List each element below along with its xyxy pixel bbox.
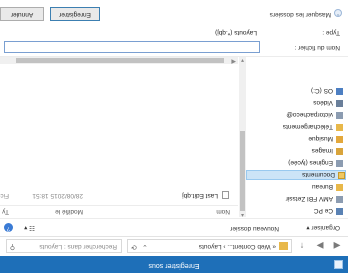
scrollbar-thumb[interactable] xyxy=(240,131,245,211)
tree-item-user[interactable]: victorpacheco@ xyxy=(286,109,343,119)
video-icon xyxy=(336,100,343,107)
tree-item-label: Ce PC xyxy=(313,207,333,214)
user-icon xyxy=(336,160,343,167)
tree-item-folder[interactable]: AMV FBI Zetssir xyxy=(286,193,343,203)
list-item[interactable]: Last Edit.qbj 28/08/2015 18:51 Fic xyxy=(0,189,238,200)
chevron-up-icon: ⌃ xyxy=(334,9,342,17)
tree-item-label: AMV FBI Zetssir xyxy=(285,195,333,202)
column-type[interactable]: Ty xyxy=(2,208,9,215)
refresh-icon[interactable]: ⟳ xyxy=(131,243,137,251)
organize-button[interactable]: Organiser ▾ xyxy=(306,224,340,232)
search-placeholder[interactable]: Rechercher dans : Layouts xyxy=(39,243,117,250)
save-button[interactable]: Enregistrer xyxy=(50,7,100,21)
pc-icon xyxy=(336,208,343,215)
save-dialog: Enregistrer sous ◀ ▶ ↑ « Web Content... … xyxy=(0,0,348,273)
tree-item-label: Engines (lycée) xyxy=(288,159,333,166)
address-bar[interactable]: « Web Content... › Layouts ⌄ ⟳ xyxy=(127,239,292,253)
cancel-button[interactable]: Annuler xyxy=(0,7,44,21)
navigation-pane: Ce PC AMV FBI Zetssir Bureau Documents E… xyxy=(239,67,348,217)
folder-icon xyxy=(336,184,343,191)
tree-item-desktop[interactable]: Bureau xyxy=(312,181,343,191)
list-scrollbar[interactable]: ◀ xyxy=(0,57,238,64)
file-list: Nom Modifié le Ty Last Edit.qbj 28/08/20… xyxy=(0,57,238,217)
tree-item-label: Téléchargements xyxy=(282,123,333,130)
tree-scrollbar[interactable]: ▲ ▼ xyxy=(239,57,246,218)
tree-item-label: Images xyxy=(311,147,333,154)
user-icon xyxy=(336,112,343,119)
tree-item-label: Documents xyxy=(302,171,335,178)
tree-item-label: Musique xyxy=(308,135,333,142)
tree-item-user-folder[interactable]: Engines (lycée) xyxy=(288,157,343,167)
tree-item-label: Vidéos xyxy=(313,99,333,106)
file-type: Fic xyxy=(0,192,9,199)
column-date[interactable]: Modifié le xyxy=(55,208,83,215)
scroll-down-icon[interactable]: ▼ xyxy=(239,57,246,63)
tree-item-images[interactable]: Images xyxy=(312,145,343,155)
view-options-button[interactable]: ☷ ▾ xyxy=(24,224,35,232)
scroll-left-icon[interactable]: ◀ xyxy=(231,58,236,65)
search-icon[interactable]: ⚲ xyxy=(10,243,15,251)
file-type-select[interactable]: Layouts (*.qbj) xyxy=(4,26,260,38)
scrollbar-thumb[interactable] xyxy=(16,58,224,63)
folder-icon xyxy=(279,242,288,250)
folder-icon xyxy=(336,196,343,203)
hide-folders-label: Masquer les dossiers xyxy=(269,11,331,18)
tree-item-downloads[interactable]: Téléchargements xyxy=(283,121,343,131)
navigation-bar: ◀ ▶ ↑ « Web Content... › Layouts ⌄ ⟳ Rec… xyxy=(0,236,348,256)
tree-item-videos[interactable]: Vidéos xyxy=(313,97,343,107)
list-header: Nom Modifié le Ty xyxy=(0,205,238,217)
tree-item-label: OS (C:) xyxy=(310,87,333,94)
tree-item-documents[interactable]: Documents xyxy=(246,170,346,180)
tree-item-drive[interactable]: OS (C:) xyxy=(311,85,343,95)
file-date: 28/08/2015 18:51 xyxy=(32,192,83,199)
image-icon xyxy=(336,148,343,155)
forward-icon[interactable]: ▶ xyxy=(314,240,326,252)
title-bar: Enregistrer sous xyxy=(0,256,348,273)
scroll-up-icon[interactable]: ▲ xyxy=(239,212,246,218)
help-icon[interactable]: ? xyxy=(4,223,13,232)
tree-item-music[interactable]: Musique xyxy=(308,133,343,143)
file-name: Last Edit.qbj xyxy=(182,192,218,199)
back-icon[interactable]: ◀ xyxy=(331,240,343,252)
command-bar: Organiser ▾ Nouveau dossier ☷ ▾ ? xyxy=(0,218,348,236)
tree-item-label: victorpacheco@ xyxy=(286,111,333,118)
column-name[interactable]: Nom xyxy=(216,208,230,215)
chevron-down-icon[interactable]: ⌄ xyxy=(142,243,148,251)
tree-item-this-pc[interactable]: Ce PC xyxy=(314,205,343,215)
save-form: Nom du fichier : Type : Layouts (*.qbj) … xyxy=(0,0,348,57)
search-box[interactable]: Rechercher dans : Layouts ⚲ xyxy=(6,239,122,253)
new-folder-button[interactable]: Nouveau dossier xyxy=(230,225,279,232)
hide-folders-toggle[interactable]: ⌃Masquer les dossiers xyxy=(270,9,342,18)
music-icon xyxy=(336,136,343,143)
file-type-label: Type : xyxy=(322,29,340,36)
folder-icon xyxy=(336,124,343,131)
network-icon xyxy=(336,88,343,95)
folder-icon xyxy=(338,172,345,179)
breadcrumb[interactable]: « Web Content... › Layouts xyxy=(199,243,276,250)
up-folder-icon[interactable]: ↑ xyxy=(296,240,308,252)
file-name-input[interactable] xyxy=(4,41,260,53)
file-name-label: Nom du fichier : xyxy=(294,44,340,51)
file-icon xyxy=(222,191,229,199)
window-title: Enregistrer sous xyxy=(148,262,200,269)
tree-item-label: Bureau xyxy=(312,183,333,190)
